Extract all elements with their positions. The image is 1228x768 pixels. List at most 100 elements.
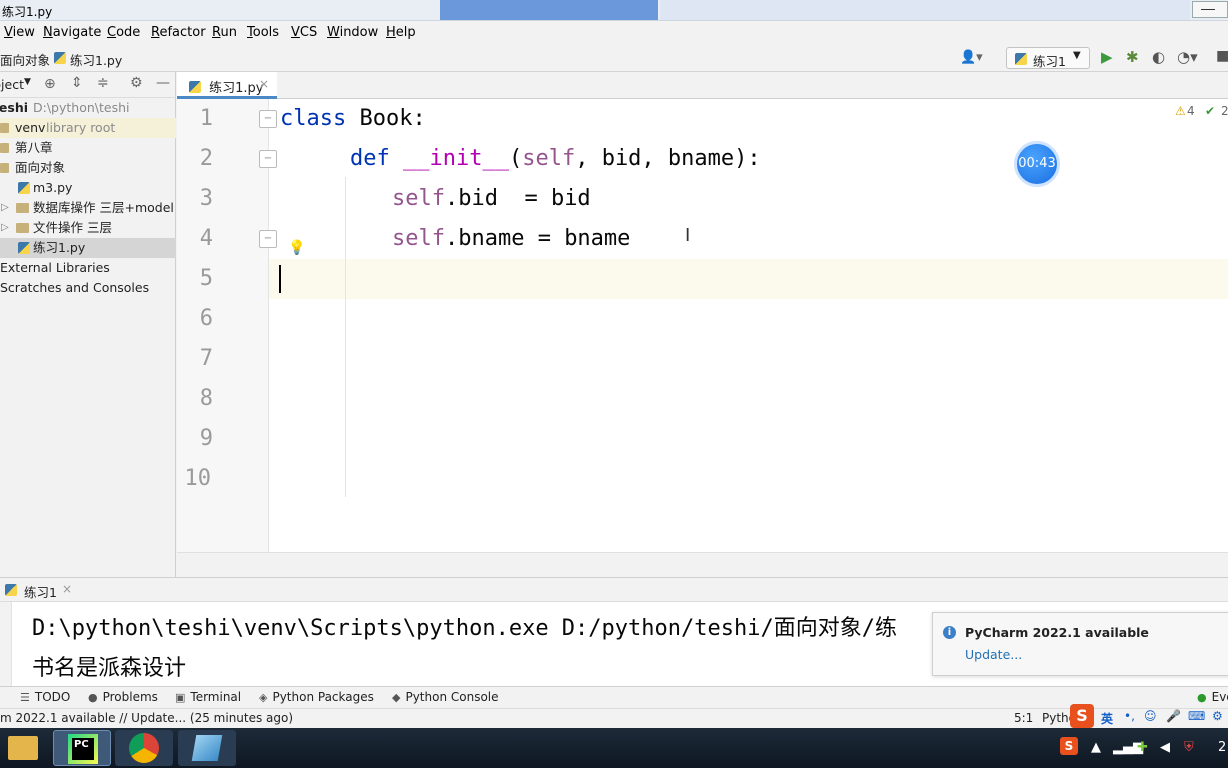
editor-horizontal-scroll[interactable] — [177, 552, 1228, 576]
notepad-taskbar-button[interactable] — [178, 730, 236, 766]
tree-item-venv[interactable]: venv library root — [0, 118, 176, 138]
project-dropdown-icon[interactable]: ▼ — [24, 77, 31, 87]
tree-item-exercise1[interactable]: 练习1.py — [0, 238, 176, 258]
menu-refactor[interactable]: Refactor — [151, 25, 206, 40]
hide-icon[interactable]: — — [156, 75, 170, 91]
python-packages-tool-button[interactable]: ◈ Python Packages — [259, 690, 374, 704]
gear-icon[interactable]: ⚙ — [130, 75, 143, 91]
fold-end-icon[interactable]: − — [259, 230, 277, 248]
tree-item-db-layers[interactable]: ▷ 数据库操作 三层+model — [0, 198, 176, 218]
tree-item-oop[interactable]: 面向对象 — [0, 158, 176, 178]
project-view-title[interactable]: Project — [0, 77, 24, 92]
debug-icon[interactable]: ✱ — [1126, 48, 1139, 66]
breadcrumb-file[interactable]: 练习1.py — [70, 50, 122, 69]
warning-count[interactable]: 4 — [1187, 104, 1195, 118]
menu-view[interactable]: View — [4, 25, 35, 40]
tree-item-scratches[interactable]: Scratches and Consoles — [0, 278, 176, 298]
update-link[interactable]: Update... — [965, 647, 1022, 662]
menu-help[interactable]: Help — [386, 25, 416, 40]
tool-label: Python Console — [405, 690, 499, 704]
event-log-tool-button[interactable]: ● Eve — [1197, 690, 1228, 704]
run-icon[interactable]: ▶ — [1101, 48, 1113, 66]
show-hidden-icons[interactable]: ▲ — [1091, 740, 1101, 755]
settings-icon[interactable]: ⚙ — [1212, 709, 1223, 723]
chevron-right-icon[interactable]: ▷ — [1, 198, 9, 218]
line-number: 6 — [199, 306, 213, 331]
tree-item-external-libraries[interactable]: External Libraries — [0, 258, 176, 278]
code-editor[interactable]: 1 2 3 4 5 6 7 8 9 10 − − − class Book: d… — [177, 99, 1228, 552]
tool-label: TODO — [34, 690, 71, 704]
indent-guide — [345, 177, 346, 497]
coverage-icon[interactable]: ◐ — [1152, 48, 1165, 66]
terminal-tool-button[interactable]: ▣ Terminal — [175, 690, 241, 704]
emoji-icon[interactable]: ☺ — [1144, 709, 1157, 723]
tool-label: Python Packages — [272, 690, 374, 704]
event-log-icon: ● — [1197, 691, 1207, 704]
tree-item-label: 第八章 — [15, 140, 53, 155]
close-icon[interactable]: × — [259, 77, 269, 91]
chrome-taskbar-button[interactable] — [115, 730, 173, 766]
minimize-button[interactable] — [1192, 1, 1228, 18]
todo-tool-button[interactable]: ☰ TODO — [20, 690, 70, 704]
ime-mode-label[interactable]: 英 — [1101, 710, 1113, 727]
punctuation-icon[interactable]: •, — [1124, 709, 1135, 723]
current-line-highlight — [177, 259, 1228, 299]
code-text: , bid, bname): — [575, 146, 761, 171]
menu-tools[interactable]: Tools — [247, 25, 279, 40]
menu-navigate[interactable]: Navigate — [43, 25, 101, 40]
close-icon[interactable]: × — [62, 582, 72, 596]
code-text: .bname = bname — [444, 226, 631, 251]
text-cursor-icon: I — [685, 225, 691, 246]
text-caret — [279, 265, 281, 293]
menu-vcs[interactable]: VCS — [291, 25, 317, 40]
folder-icon — [0, 163, 9, 173]
sogou-ime-icon[interactable]: S — [1070, 704, 1094, 728]
folder-icon — [8, 736, 38, 760]
notepad-icon — [191, 735, 223, 761]
status-message[interactable]: m 2022.1 available // Update... (25 minu… — [0, 711, 293, 725]
shield-icon[interactable]: ⛨ — [1184, 740, 1194, 755]
user-icon[interactable]: 👤▾ — [960, 50, 983, 65]
fold-icon[interactable]: − — [259, 150, 277, 168]
menu-window[interactable]: Window — [327, 25, 378, 40]
run-config-selector[interactable]: 练习1 ▼ — [1006, 47, 1090, 69]
python-file-icon — [18, 242, 30, 254]
stop-icon[interactable]: ■ — [1216, 48, 1228, 64]
menu-code[interactable]: Code — [107, 25, 140, 40]
console-command: D:\python\teshi\venv\Scripts\python.exe … — [32, 616, 897, 641]
microphone-icon[interactable]: 🎤 — [1166, 709, 1181, 723]
tree-item-m3[interactable]: m3.py — [0, 178, 176, 198]
caret-position[interactable]: 5:1 — [1014, 711, 1033, 725]
problems-tool-button[interactable]: ● Problems — [88, 690, 158, 704]
background-window-ghost-2 — [660, 0, 1190, 20]
tree-item-file-layers[interactable]: ▷ 文件操作 三层 — [0, 218, 176, 238]
check-icon[interactable]: ✔ — [1205, 104, 1215, 118]
warning-icon[interactable]: ⚠ — [1175, 104, 1186, 118]
update-notification[interactable]: i PyCharm 2022.1 available Update... — [932, 612, 1228, 676]
file-explorer-button[interactable] — [0, 730, 58, 766]
python-console-tool-button[interactable]: ◆ Python Console — [392, 690, 499, 704]
chevron-right-icon[interactable]: ▷ — [1, 218, 9, 238]
editor-tab[interactable]: 练习1.py × — [177, 72, 277, 99]
expand-all-icon[interactable]: ⇕ — [71, 75, 83, 91]
clock[interactable]: 2 — [1218, 740, 1226, 755]
run-tab-label[interactable]: 练习1 — [24, 582, 57, 601]
tree-item-chapter8[interactable]: 第八章 — [0, 138, 176, 158]
pycharm-taskbar-button[interactable]: PC — [53, 730, 111, 766]
editor-tab-bar: 练习1.py × — [177, 72, 1228, 99]
weak-warning-count[interactable]: 2 — [1221, 104, 1228, 118]
security-icon[interactable]: ✚ — [1137, 740, 1148, 755]
locate-icon[interactable]: ⊕ — [44, 76, 56, 92]
profile-icon[interactable]: ◔▾ — [1177, 48, 1198, 66]
python-config-icon — [1015, 53, 1027, 65]
keyboard-icon[interactable]: ⌨ — [1188, 709, 1205, 723]
volume-icon[interactable]: ◀ — [1160, 740, 1170, 755]
tree-root[interactable]: teshi D:\python\teshi — [0, 98, 176, 118]
sogou-tray-icon[interactable]: S — [1060, 737, 1078, 755]
code-text: Book: — [346, 106, 426, 131]
menu-run[interactable]: Run — [212, 25, 237, 40]
lightbulb-icon[interactable]: 💡 — [288, 240, 305, 256]
collapse-all-icon[interactable]: ≑ — [97, 75, 109, 91]
code-text: .bid = bid — [444, 186, 591, 211]
fold-icon[interactable]: − — [259, 110, 277, 128]
